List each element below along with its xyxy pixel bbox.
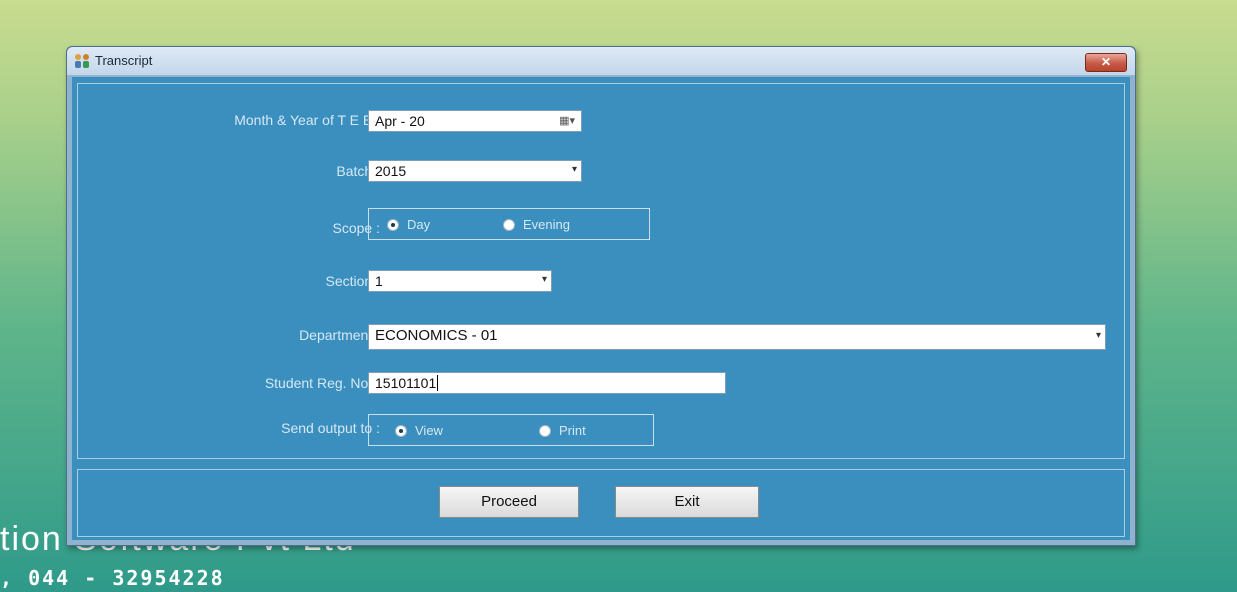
output-print-label: Print: [559, 423, 586, 438]
chevron-down-icon: ▾: [1095, 330, 1101, 341]
batch-value: 2015: [375, 163, 407, 179]
scope-evening-label: Evening: [523, 217, 570, 232]
output-radio-print[interactable]: Print: [539, 423, 586, 438]
month-year-picker[interactable]: Apr - 20 ▦▾: [368, 110, 582, 132]
month-year-value: Apr - 20: [375, 113, 425, 129]
form-group: Month & Year of T E E : Apr - 20 ▦▾ Batc…: [77, 83, 1125, 459]
radio-unselected-icon: [539, 424, 551, 437]
chevron-down-icon: ▾: [571, 164, 577, 175]
calendar-dropdown-icon[interactable]: ▦▾: [559, 114, 575, 127]
transcript-window: Transcript ✕ Month & Year of T E E : Apr…: [66, 46, 1136, 546]
window-client-area: Month & Year of T E E : Apr - 20 ▦▾ Batc…: [72, 77, 1130, 540]
reg-no-label: Student Reg. No. :: [264, 375, 380, 391]
scope-radio-group: Day Evening: [368, 208, 650, 240]
output-radio-view[interactable]: View: [395, 423, 443, 438]
batch-select[interactable]: 2015 ▾: [368, 160, 582, 182]
exit-button[interactable]: Exit: [615, 486, 759, 518]
background-phone-text: , 044 - 32954228: [0, 566, 225, 590]
reg-no-input[interactable]: 15101101: [368, 372, 726, 394]
radio-selected-icon: [387, 218, 399, 231]
window-title: Transcript: [95, 53, 153, 68]
send-output-radio-group: View Print: [368, 414, 654, 446]
chevron-down-icon: ▾: [541, 274, 547, 285]
reg-no-value: 15101101: [375, 375, 437, 391]
text-cursor: [437, 375, 439, 391]
department-value: ECONOMICS - 01: [375, 327, 498, 344]
scope-radio-day[interactable]: Day: [387, 217, 430, 232]
month-year-label: Month & Year of T E E :: [234, 112, 380, 128]
radio-unselected-icon: [503, 218, 515, 231]
scope-radio-evening[interactable]: Evening: [503, 217, 570, 232]
users-icon: [75, 54, 89, 68]
scope-day-label: Day: [407, 217, 431, 232]
section-select[interactable]: 1 ▾: [368, 270, 552, 292]
department-select[interactable]: ECONOMICS - 01 ▾: [368, 324, 1106, 350]
section-value: 1: [375, 273, 383, 289]
radio-selected-icon: [395, 424, 407, 437]
output-view-label: View: [415, 423, 443, 438]
proceed-button[interactable]: Proceed: [439, 486, 579, 518]
send-output-label: Send output to :: [281, 420, 380, 436]
title-bar[interactable]: Transcript ✕: [67, 47, 1135, 76]
button-group: Proceed Exit: [77, 469, 1125, 537]
close-button[interactable]: ✕: [1085, 53, 1127, 72]
